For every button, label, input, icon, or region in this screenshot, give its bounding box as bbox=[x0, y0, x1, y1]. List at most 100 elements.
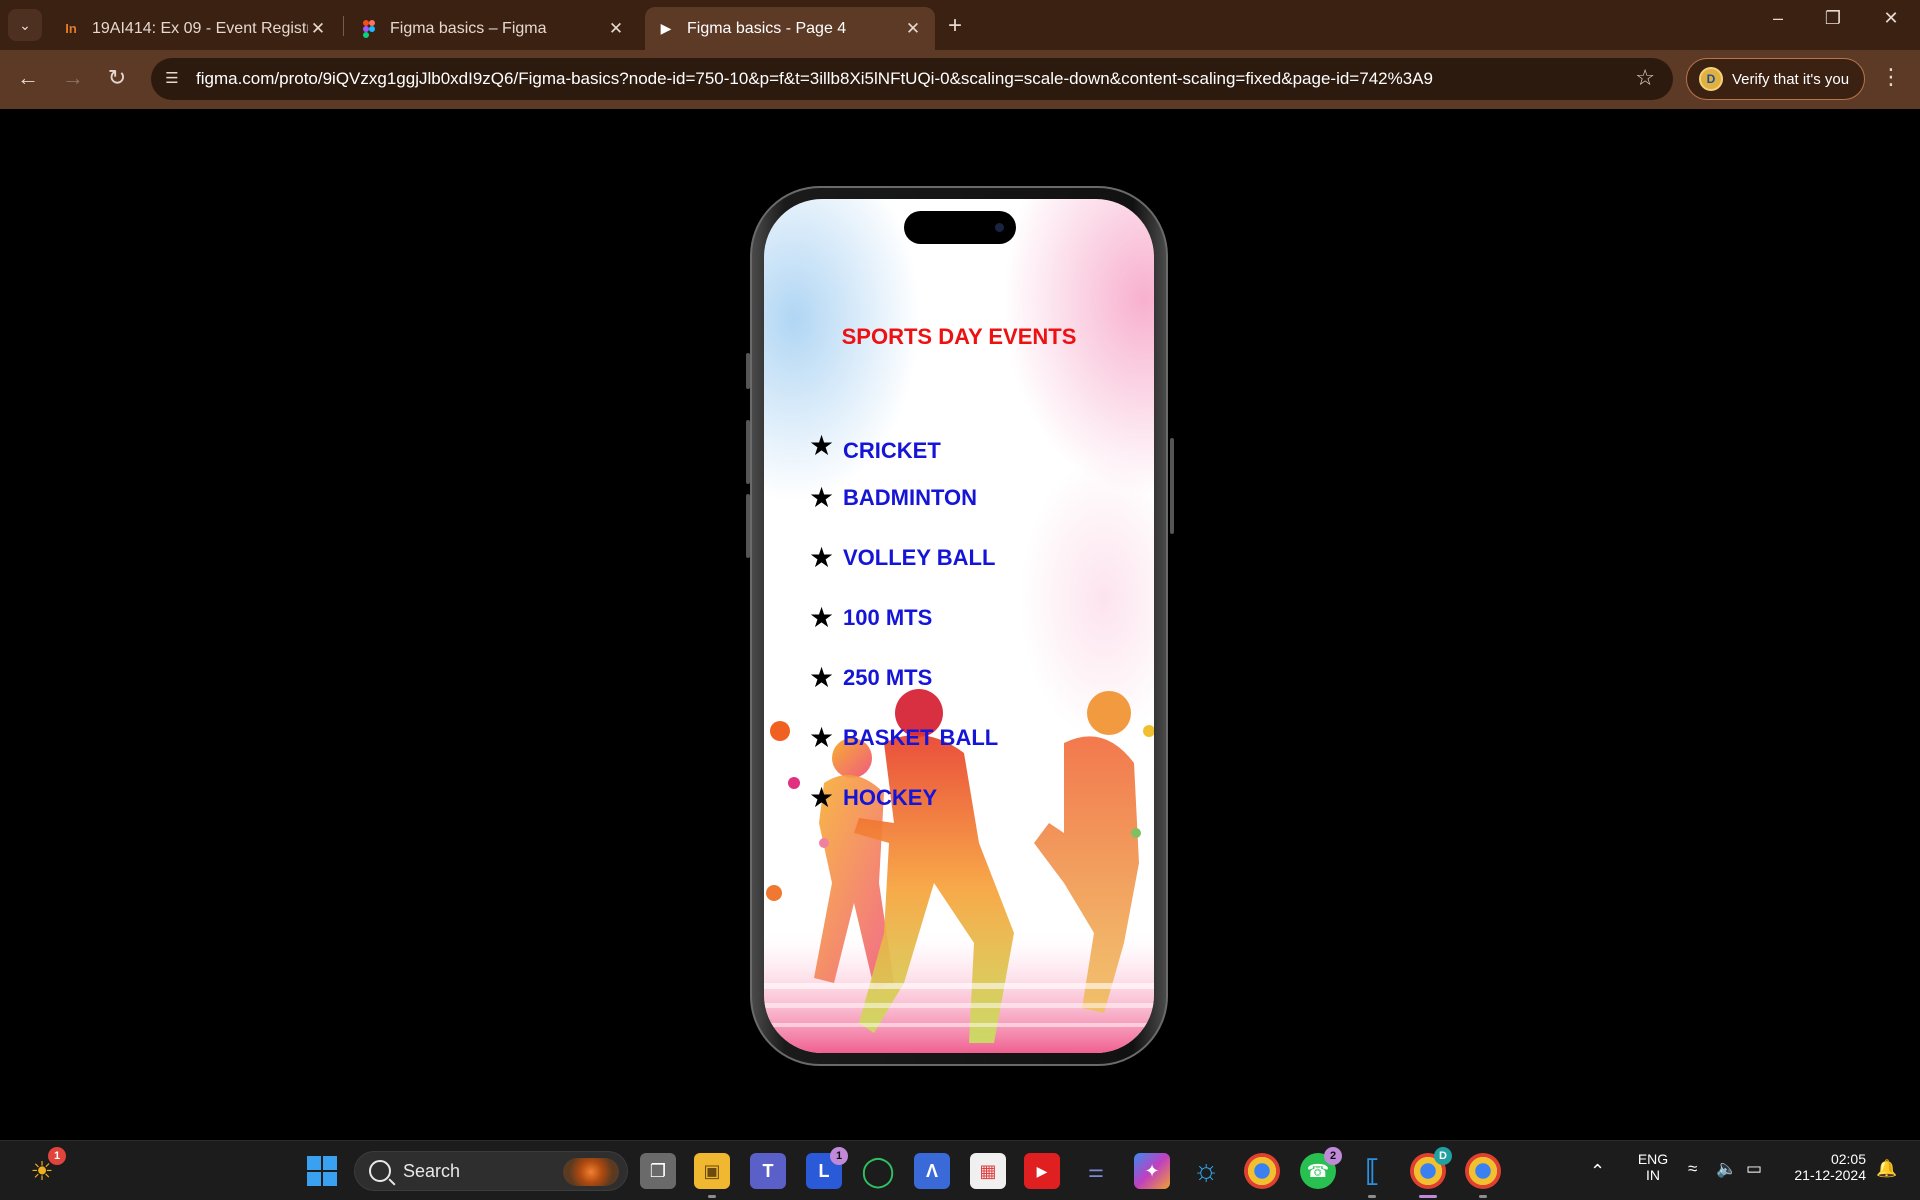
new-tab-plus-icon[interactable]: + bbox=[948, 12, 962, 40]
event-label: HOCKEY bbox=[843, 785, 938, 810]
action-button bbox=[746, 353, 750, 389]
event-item-basket-ball: ★ BASKET BALL bbox=[809, 724, 998, 752]
search-label: Search bbox=[403, 1160, 461, 1181]
clock[interactable]: 02:05 21-12-2024 bbox=[1786, 1151, 1866, 1183]
edge-icon[interactable]: ☼ bbox=[1188, 1153, 1224, 1189]
whatsapp-icon[interactable]: ☎ 2 bbox=[1300, 1147, 1342, 1189]
copilot-icon[interactable]: ✦ bbox=[1134, 1153, 1170, 1189]
tab-divider bbox=[343, 16, 344, 36]
running-indicator bbox=[708, 1195, 716, 1198]
chrome-icon[interactable] bbox=[1465, 1153, 1501, 1198]
event-label: 100 MTS bbox=[843, 605, 933, 630]
vscode-icon[interactable]: ⟦ bbox=[1354, 1153, 1390, 1198]
side-button bbox=[1170, 438, 1174, 534]
event-label: BADMINTON bbox=[843, 485, 978, 510]
front-camera bbox=[995, 223, 1004, 232]
battery-icon[interactable]: ▭ bbox=[1746, 1159, 1762, 1179]
notification-bell-icon[interactable]: 🔔 bbox=[1876, 1159, 1897, 1179]
close-icon[interactable]: ✕ bbox=[606, 19, 626, 39]
minimize-icon[interactable]: – bbox=[1758, 8, 1798, 29]
star-bullet-icon: ★ bbox=[809, 782, 835, 813]
show-hidden-icons-chevron-icon[interactable]: ⌃ bbox=[1590, 1161, 1605, 1182]
notification-badge: 2 bbox=[1324, 1147, 1342, 1165]
site-settings-icon[interactable]: ☰ bbox=[161, 69, 183, 89]
more-options-icon[interactable]: ⋮ bbox=[1880, 64, 1902, 90]
chrome-profile-icon[interactable]: D bbox=[1410, 1147, 1452, 1198]
dynamic-island bbox=[904, 211, 1016, 244]
tab-event-registration[interactable]: In 19AI414: Ex 09 - Event Registrat ✕ bbox=[50, 7, 340, 50]
notification-badge: 1 bbox=[830, 1147, 848, 1165]
star-bullet-icon: ★ bbox=[809, 662, 835, 693]
speaker-muted-icon[interactable]: 🔈 bbox=[1716, 1159, 1737, 1179]
close-icon[interactable]: ✕ bbox=[903, 19, 923, 39]
event-label: BASKET BALL bbox=[843, 725, 999, 750]
region-code: IN bbox=[1646, 1167, 1660, 1183]
weather-widget-icon[interactable]: ☀ 1 bbox=[24, 1147, 66, 1189]
wifi-icon[interactable]: ≈ bbox=[1688, 1159, 1697, 1179]
aa-app-icon[interactable]: Λ bbox=[914, 1153, 950, 1189]
invision-icon: In bbox=[65, 21, 77, 36]
profile-avatar: D bbox=[1699, 67, 1723, 91]
volume-down-button bbox=[746, 494, 750, 558]
event-item-volley-ball: ★ VOLLEY BALL bbox=[809, 544, 995, 572]
chrome-icon[interactable] bbox=[1244, 1153, 1280, 1189]
active-indicator bbox=[1419, 1195, 1437, 1198]
close-window-icon[interactable]: ✕ bbox=[1871, 8, 1911, 29]
taskbar-search-box[interactable]: Search bbox=[354, 1151, 628, 1191]
event-label: 250 MTS bbox=[843, 665, 933, 690]
tab-figma-basics[interactable]: Figma basics – Figma ✕ bbox=[348, 7, 638, 50]
volume-up-button bbox=[746, 420, 750, 484]
star-bullet-icon: ★ bbox=[809, 482, 835, 513]
sync-app-icon[interactable]: ◯ bbox=[860, 1153, 896, 1189]
verify-identity-button[interactable]: D Verify that it's you bbox=[1686, 58, 1865, 100]
windows-start-icon[interactable] bbox=[304, 1153, 340, 1189]
tab-figma-page-4[interactable]: ▶ Figma basics - Page 4 ✕ bbox=[645, 7, 935, 50]
file-explorer-icon[interactable]: ▣ bbox=[694, 1153, 730, 1198]
prototype-screen[interactable]: SPORTS DAY EVENTS ★ CRICKET ★ BADMINTON … bbox=[764, 199, 1154, 1053]
event-item-250-mts: ★ 250 MTS bbox=[809, 664, 932, 692]
star-bullet-icon: ★ bbox=[809, 542, 835, 573]
youtube-icon[interactable]: ▶ bbox=[1024, 1153, 1060, 1189]
profile-badge: D bbox=[1434, 1147, 1452, 1165]
forward-arrow-icon[interactable]: → bbox=[58, 65, 88, 91]
address-bar[interactable]: ☰ figma.com/proto/9iQVzxg1ggjJlb0xdI9zQ6… bbox=[151, 58, 1673, 100]
event-item-cricket: ★ CRICKET bbox=[809, 428, 941, 464]
bookmark-star-icon[interactable]: ☆ bbox=[1635, 65, 1655, 91]
task-view-icon[interactable]: ❐ bbox=[640, 1153, 676, 1189]
reload-icon[interactable]: ↻ bbox=[102, 65, 132, 91]
tab-title: 19AI414: Ex 09 - Event Registrat bbox=[92, 19, 308, 37]
loop-app-icon[interactable]: L 1 bbox=[806, 1147, 848, 1189]
clock-date: 21-12-2024 bbox=[1794, 1167, 1866, 1183]
star-bullet-icon: ★ bbox=[809, 430, 835, 461]
language-indicator[interactable]: ENG IN bbox=[1634, 1151, 1672, 1183]
teams-icon[interactable]: T bbox=[750, 1153, 786, 1189]
tab-title: Figma basics – Figma bbox=[390, 19, 547, 37]
running-indicator bbox=[1479, 1195, 1487, 1198]
event-item-hockey: ★ HOCKEY bbox=[809, 784, 937, 812]
tab-title: Figma basics - Page 4 bbox=[687, 19, 847, 37]
star-bullet-icon: ★ bbox=[809, 722, 835, 753]
figma-icon bbox=[360, 19, 378, 38]
event-item-100-mts: ★ 100 MTS bbox=[809, 604, 932, 632]
tab-search-chevron-icon[interactable]: ⌄ bbox=[8, 9, 42, 41]
clock-time: 02:05 bbox=[1830, 1151, 1866, 1167]
browser-toolbar: ← → ↻ ☰ figma.com/proto/9iQVzxg1ggjJlb0x… bbox=[0, 50, 1920, 109]
verify-label: Verify that it's you bbox=[1732, 70, 1850, 88]
notification-badge: 1 bbox=[48, 1147, 66, 1165]
back-arrow-icon[interactable]: ← bbox=[13, 65, 43, 91]
search-highlight-icon bbox=[563, 1158, 619, 1186]
microsoft-store-icon[interactable]: ▦ bbox=[970, 1153, 1006, 1189]
url-text[interactable]: figma.com/proto/9iQVzxg1ggjJlb0xdI9zQ6/F… bbox=[196, 69, 1433, 89]
event-label: VOLLEY BALL bbox=[843, 545, 996, 570]
windows-taskbar: ☀ 1 Search ❐ ▣ T L 1 ◯ Λ ▦ ▶ ⚌ ✦ ☼ ☎ 2 ⟦… bbox=[0, 1140, 1920, 1200]
close-icon[interactable]: ✕ bbox=[308, 19, 328, 39]
star-bullet-icon: ★ bbox=[809, 602, 835, 633]
sports-day-heading: SPORTS DAY EVENTS bbox=[841, 324, 1077, 349]
event-item-badminton: ★ BADMINTON bbox=[809, 484, 977, 512]
toolbar-app-icon[interactable]: ⚌ bbox=[1078, 1153, 1114, 1189]
phone-frame: SPORTS DAY EVENTS ★ CRICKET ★ BADMINTON … bbox=[746, 186, 1174, 1066]
restore-icon[interactable]: ❐ bbox=[1813, 8, 1853, 29]
running-indicator bbox=[1368, 1195, 1376, 1198]
language-code: ENG bbox=[1637, 1151, 1669, 1167]
play-icon: ▶ bbox=[660, 20, 672, 36]
